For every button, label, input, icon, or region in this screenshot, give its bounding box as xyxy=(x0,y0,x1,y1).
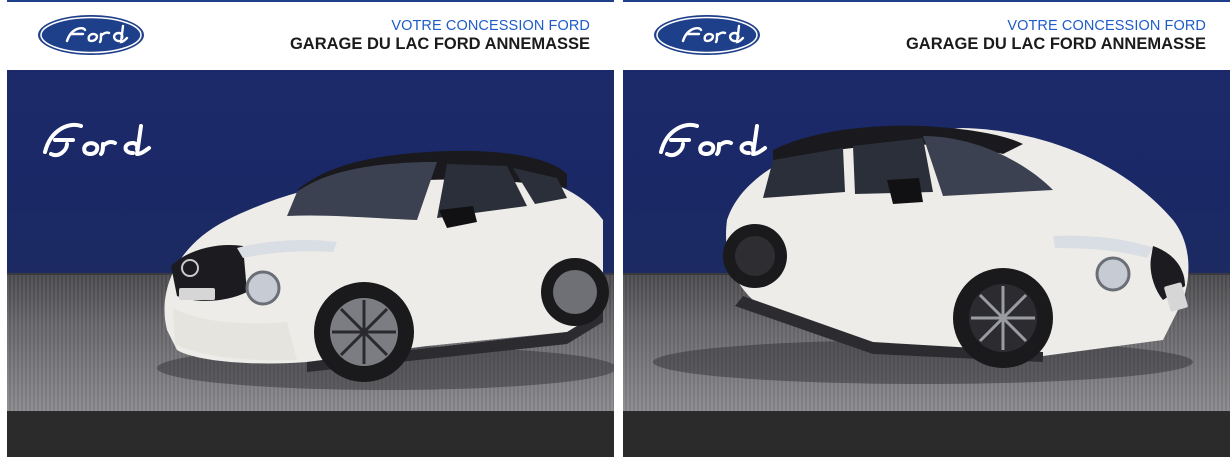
car-photo xyxy=(623,70,1230,411)
photo-caption-bar xyxy=(7,411,614,457)
dealer-header: VOTRE CONCESSION FORD GARAGE DU LAC FORD… xyxy=(7,0,614,70)
photo-gallery: VOTRE CONCESSION FORD GARAGE DU LAC FORD… xyxy=(0,0,1231,457)
car-photo xyxy=(7,70,614,411)
gallery-photo-1[interactable]: VOTRE CONCESSION FORD GARAGE DU LAC FORD… xyxy=(7,0,614,457)
ford-oval-logo-icon xyxy=(38,15,144,55)
dealer-kicker: VOTRE CONCESSION FORD xyxy=(1007,18,1206,34)
dealer-name: GARAGE DU LAC FORD ANNEMASSE xyxy=(905,35,1206,53)
dealer-text: VOTRE CONCESSION FORD GARAGE DU LAC FORD… xyxy=(290,17,590,53)
dealer-kicker: VOTRE CONCESSION FORD xyxy=(391,18,590,34)
dealer-header: VOTRE CONCESSION FORD GARAGE DU LAC FORD… xyxy=(623,0,1230,70)
dealer-name: GARAGE DU LAC FORD ANNEMASSE xyxy=(289,35,590,53)
dealer-text: VOTRE CONCESSION FORD GARAGE DU LAC FORD… xyxy=(906,17,1206,53)
ford-oval-logo-icon xyxy=(654,15,760,55)
photo-caption-bar xyxy=(623,411,1230,457)
car-front-right-view xyxy=(653,125,1193,384)
gallery-photo-2[interactable]: VOTRE CONCESSION FORD GARAGE DU LAC FORD… xyxy=(623,0,1230,457)
car-front-left-view xyxy=(157,150,614,390)
